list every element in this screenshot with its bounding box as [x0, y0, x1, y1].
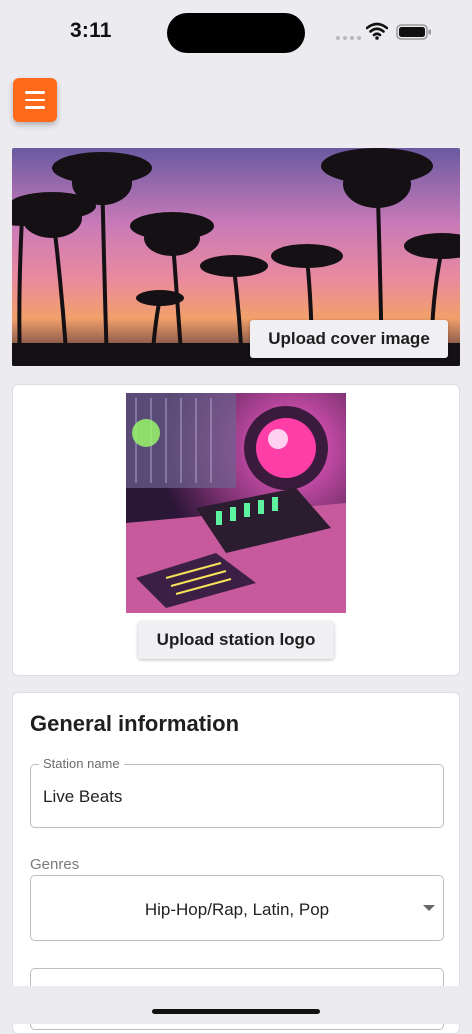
section-title: General information [30, 711, 240, 736]
genres-label: Genres [30, 856, 80, 873]
genres-select[interactable]: Hip-Hop/Rap, Latin, Pop [30, 875, 444, 941]
cellular-signal-icon [336, 36, 361, 40]
general-information-card: General information Station name Live Be… [12, 692, 460, 1034]
wifi-icon [365, 22, 389, 45]
status-bar: 3:11 [0, 0, 472, 64]
station-logo-card: Upload station logo [12, 384, 460, 676]
station-name-field[interactable]: Station name Live Beats [30, 756, 444, 828]
station-name-value[interactable]: Live Beats [43, 787, 122, 807]
genres-value: Hip-Hop/Rap, Latin, Pop [144, 900, 330, 919]
station-name-label: Station name [39, 756, 124, 771]
dynamic-island [167, 13, 305, 53]
hamburger-icon [25, 91, 45, 94]
battery-icon [396, 24, 432, 45]
bottom-safe-area [0, 986, 472, 1024]
caret-down-icon [423, 905, 435, 911]
cover-image: Upload cover image [12, 148, 460, 366]
upload-cover-image-button[interactable]: Upload cover image [250, 320, 448, 358]
status-time: 3:11 [70, 19, 112, 42]
menu-button[interactable] [13, 78, 57, 122]
home-indicator[interactable] [152, 1009, 320, 1014]
upload-station-logo-button[interactable]: Upload station logo [138, 621, 334, 659]
station-logo-image [126, 393, 346, 613]
